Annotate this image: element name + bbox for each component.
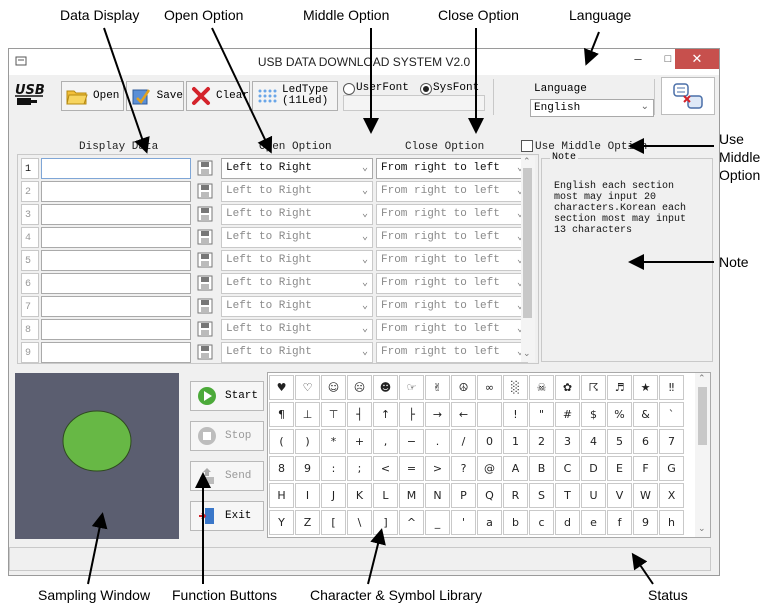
callout-arrows [87,27,714,585]
arrow-open-option [211,27,273,154]
arrow-language [584,31,600,66]
arrow-sampling [87,512,108,585]
arrow-status [631,552,654,585]
arrow-data-display [103,27,150,154]
arrow-char [367,528,386,585]
